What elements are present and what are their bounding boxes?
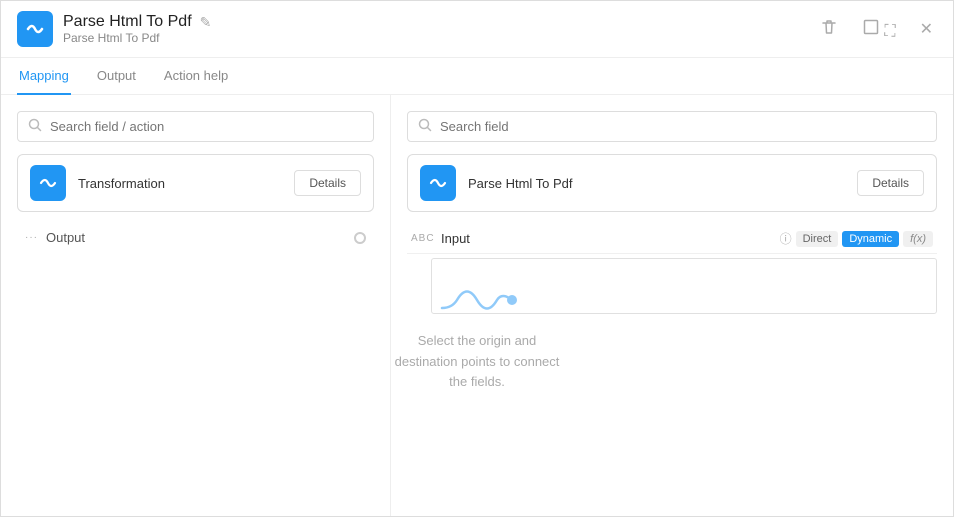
left-panel: Transformation Details ··· Output <box>1 95 391 516</box>
edit-title-icon[interactable]: ✎ <box>200 14 212 31</box>
expand-button[interactable]: ⛶ <box>858 14 900 45</box>
field-badges: ⓘ Direct Dynamic f(x) <box>780 230 933 247</box>
output-label: Output <box>46 230 85 245</box>
tab-output[interactable]: Output <box>95 58 138 95</box>
main-window: Parse Html To Pdf ✎ Parse Html To Pdf ⛶ … <box>0 0 954 517</box>
app-icon <box>17 11 53 47</box>
transformation-details-button[interactable]: Details <box>294 170 361 196</box>
title-info: Parse Html To Pdf ✎ Parse Html To Pdf <box>63 13 211 45</box>
content-area: Transformation Details ··· Output Select… <box>1 95 953 516</box>
right-search-input[interactable] <box>440 119 926 134</box>
output-connector[interactable] <box>354 232 366 244</box>
left-search-input[interactable] <box>50 119 363 134</box>
hint-text: Select the origin and destination points… <box>391 331 563 393</box>
info-icon[interactable]: ⓘ <box>780 230 792 247</box>
window-controls: ⛶ ✕ <box>816 14 937 45</box>
output-row: ··· Output <box>17 224 374 251</box>
close-button[interactable]: ✕ <box>916 15 937 43</box>
parse-html-details-button[interactable]: Details <box>857 170 924 196</box>
connector-svg <box>432 278 522 323</box>
middle-area: Select the origin and destination points… <box>391 155 563 516</box>
right-search-icon <box>418 118 432 135</box>
title-bar: Parse Html To Pdf ✎ Parse Html To Pdf ⛶ … <box>1 1 953 58</box>
right-search-box[interactable] <box>407 111 937 142</box>
left-search-box[interactable] <box>17 111 374 142</box>
tab-mapping[interactable]: Mapping <box>17 58 71 95</box>
direct-badge[interactable]: Direct <box>796 231 839 247</box>
output-dots-icon: ··· <box>25 232 38 243</box>
transformation-label: Transformation <box>78 176 282 191</box>
transformation-icon <box>30 165 66 201</box>
left-search-icon <box>28 118 42 135</box>
dynamic-badge[interactable]: Dynamic <box>842 231 899 247</box>
tab-action-help[interactable]: Action help <box>162 58 230 95</box>
transformation-block: Transformation Details <box>17 154 374 212</box>
fx-badge[interactable]: f(x) <box>903 231 933 247</box>
tabs-bar: Mapping Output Action help <box>1 58 953 95</box>
window-subtitle: Parse Html To Pdf <box>63 31 211 45</box>
delete-button[interactable] <box>816 14 842 45</box>
window-title: Parse Html To Pdf <box>63 13 192 31</box>
